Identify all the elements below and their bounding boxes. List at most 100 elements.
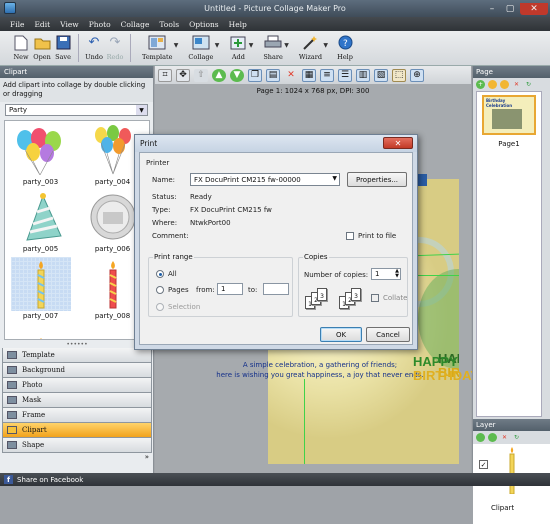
- arrange-icon[interactable]: ☰: [338, 68, 352, 82]
- facebook-icon[interactable]: f: [4, 475, 13, 484]
- printer-name-select[interactable]: FX DocuPrint CM215 fw-00000 ▼: [190, 173, 340, 186]
- dialog-title-bar: Print: [135, 135, 417, 152]
- layer-thumbnail[interactable]: [497, 446, 527, 496]
- copy-icon[interactable]: ❐: [248, 68, 262, 82]
- print-to-file-checkbox[interactable]: [346, 232, 354, 240]
- nav-mask[interactable]: Mask: [2, 393, 152, 408]
- redo-button[interactable]: ↷ Redo: [106, 31, 124, 65]
- flip-icon[interactable]: ▧: [374, 68, 388, 82]
- save-button[interactable]: Save: [54, 31, 72, 65]
- selection-radio[interactable]: [156, 303, 164, 311]
- copies-input[interactable]: 1 ▲ ▼: [371, 268, 401, 280]
- template-button[interactable]: Template ▼: [142, 31, 178, 65]
- page-down-icon[interactable]: [500, 80, 509, 89]
- menu-tools[interactable]: Tools: [159, 20, 179, 29]
- clipart-panel: Clipart Add clipart into collage by doub…: [0, 66, 154, 473]
- properties-button[interactable]: Properties...: [347, 172, 407, 187]
- move-down-icon[interactable]: ▼: [230, 68, 244, 82]
- open-button[interactable]: Open: [33, 31, 51, 65]
- menu-help[interactable]: Help: [229, 20, 247, 29]
- page-list: Birthday Celebration Page1: [476, 91, 542, 417]
- new-doc-icon: [12, 34, 30, 51]
- page-up-icon[interactable]: [488, 80, 497, 89]
- menu-options[interactable]: Options: [189, 20, 219, 29]
- menu-photo[interactable]: Photo: [89, 20, 111, 29]
- app-icon: [4, 2, 16, 14]
- fit-icon[interactable]: ✥: [176, 68, 190, 82]
- properties-icon[interactable]: ▦: [302, 68, 316, 82]
- layer-up-icon[interactable]: ⇧: [194, 68, 208, 82]
- page-thumbnail[interactable]: Birthday Celebration: [482, 95, 536, 135]
- help-button[interactable]: ? Help: [336, 31, 354, 65]
- select-all-icon[interactable]: ⬚: [392, 68, 406, 82]
- refresh-icon[interactable]: ↻: [512, 433, 521, 442]
- nav-shape[interactable]: Shape: [2, 438, 152, 453]
- folder-icon: [33, 34, 51, 51]
- nav-photo[interactable]: Photo: [2, 378, 152, 393]
- to-page-input[interactable]: [263, 283, 289, 295]
- happy-text: HAPPY: [413, 354, 458, 369]
- paste-icon[interactable]: ▤: [266, 68, 280, 82]
- all-radio[interactable]: [156, 270, 164, 278]
- nav-background[interactable]: Background: [2, 363, 152, 378]
- refresh-icon[interactable]: ↻: [524, 80, 533, 89]
- move-up-icon[interactable]: ▲: [212, 68, 226, 82]
- menu-file[interactable]: File: [10, 20, 24, 29]
- redo-icon: ↷: [109, 35, 121, 50]
- maximize-button[interactable]: ▢: [502, 3, 518, 15]
- clipart-gallery[interactable]: party_003 party_004 party_005 party_006 …: [4, 120, 150, 340]
- type-value: FX DocuPrint CM215 fw: [190, 206, 272, 214]
- minimize-button[interactable]: –: [484, 3, 500, 15]
- nav-overflow-button[interactable]: »: [2, 453, 152, 463]
- share-button[interactable]: Share ▼: [263, 31, 289, 65]
- zoom-icon[interactable]: ⊕: [410, 68, 424, 82]
- dropdown-arrow-icon[interactable]: ▼: [323, 42, 328, 49]
- layer-visibility-checkbox[interactable]: ✓: [479, 460, 488, 469]
- status-label: Status:: [152, 193, 177, 201]
- add-page-icon[interactable]: +: [476, 80, 485, 89]
- clipart-item[interactable]: party_007: [8, 257, 73, 323]
- menu-collage[interactable]: Collage: [121, 20, 150, 29]
- delete-page-icon[interactable]: ✕: [512, 80, 521, 89]
- layer-up-icon[interactable]: [476, 433, 485, 442]
- thumbnail-photo: [492, 109, 522, 129]
- dropdown-arrow-icon[interactable]: ▼: [249, 42, 254, 49]
- wizard-button[interactable]: Wizard ▼: [299, 31, 328, 65]
- dialog-close-button[interactable]: ✕: [383, 137, 413, 149]
- party-hat-icon: [11, 190, 71, 244]
- template-icon: [148, 34, 166, 51]
- crop-icon[interactable]: ⌗: [158, 68, 172, 82]
- undo-button[interactable]: ↶ Undo: [85, 31, 103, 65]
- clipart-item[interactable]: [8, 324, 73, 339]
- window-title: Untitled - Picture Collage Maker Pro: [204, 4, 346, 13]
- from-page-input[interactable]: 1: [217, 283, 243, 295]
- nav-frame[interactable]: Frame: [2, 408, 152, 423]
- align-icon[interactable]: ≡: [320, 68, 334, 82]
- distribute-icon[interactable]: ▥: [356, 68, 370, 82]
- delete-icon[interactable]: ✕: [284, 69, 298, 82]
- copies-group: Copies Number of copies: 1 ▲ ▼ 1 2 3 1 2 …: [298, 253, 408, 317]
- dropdown-arrow-icon[interactable]: ▼: [174, 42, 179, 49]
- menu-view[interactable]: View: [60, 20, 79, 29]
- share-facebook-link[interactable]: Share on Facebook: [17, 476, 83, 484]
- add-button[interactable]: Add ▼: [229, 31, 253, 65]
- dropdown-arrow-icon[interactable]: ▼: [215, 42, 220, 49]
- clipart-item[interactable]: party_005: [8, 190, 73, 256]
- cancel-button[interactable]: Cancel: [366, 327, 410, 342]
- ok-button[interactable]: OK: [320, 327, 362, 342]
- clipart-item[interactable]: party_003: [8, 123, 73, 189]
- layer-down-icon[interactable]: [488, 433, 497, 442]
- collage-button[interactable]: Collage ▼: [188, 31, 219, 65]
- pages-radio[interactable]: [156, 286, 164, 294]
- delete-layer-icon[interactable]: ✕: [500, 433, 509, 442]
- clipart-category-select[interactable]: Party ▼: [5, 104, 148, 116]
- nav-template[interactable]: Template: [2, 348, 152, 363]
- close-button[interactable]: ✕: [520, 2, 548, 15]
- dropdown-arrow-icon[interactable]: ▼: [284, 42, 289, 49]
- new-button[interactable]: New: [12, 31, 30, 65]
- menu-edit[interactable]: Edit: [34, 20, 50, 29]
- where-value: NtwkPort00: [190, 219, 231, 227]
- collate-checkbox[interactable]: [371, 294, 379, 302]
- nav-clipart[interactable]: Clipart: [2, 423, 152, 438]
- spinner-arrows-icon[interactable]: ▲ ▼: [395, 269, 399, 279]
